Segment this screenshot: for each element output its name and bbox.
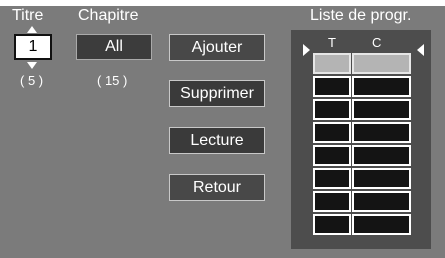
program-edit-screen: Titre Chapitre Liste de progr. 1 ( 5 ) A… bbox=[0, 0, 445, 258]
program-list-cell-title[interactable] bbox=[313, 214, 351, 235]
program-list-cell-chapter[interactable] bbox=[352, 122, 411, 143]
program-list-cell-chapter[interactable] bbox=[352, 214, 411, 235]
add-button[interactable]: Ajouter bbox=[169, 34, 265, 61]
program-list-cell-title[interactable] bbox=[313, 122, 351, 143]
program-list-cell-title[interactable] bbox=[313, 53, 351, 74]
program-list-row[interactable] bbox=[313, 76, 411, 97]
program-list-cell-chapter[interactable] bbox=[352, 99, 411, 120]
program-list-row[interactable] bbox=[313, 214, 411, 235]
program-list-row[interactable] bbox=[313, 122, 411, 143]
program-list-row[interactable] bbox=[313, 191, 411, 212]
program-list-row[interactable] bbox=[313, 145, 411, 166]
titre-label: Titre bbox=[12, 7, 44, 24]
back-button[interactable]: Retour bbox=[169, 174, 265, 201]
program-list-cell-title[interactable] bbox=[313, 168, 351, 189]
program-list-panel: T C bbox=[291, 30, 431, 249]
program-list-cell-chapter[interactable] bbox=[352, 76, 411, 97]
program-list-cell-title[interactable] bbox=[313, 145, 351, 166]
program-list-cell-title[interactable] bbox=[313, 99, 351, 120]
titre-count: ( 5 ) bbox=[20, 73, 44, 88]
delete-button[interactable]: Supprimer bbox=[169, 80, 265, 107]
program-list-row[interactable] bbox=[313, 99, 411, 120]
chapitre-label: Chapitre bbox=[78, 7, 139, 24]
program-list-cell-chapter[interactable] bbox=[352, 168, 411, 189]
scroll-right-arrow-icon[interactable] bbox=[417, 44, 424, 56]
titre-selector[interactable]: 1 bbox=[14, 34, 52, 60]
column-header-c: C bbox=[372, 35, 382, 50]
program-list-row[interactable] bbox=[313, 168, 411, 189]
program-list-row[interactable] bbox=[313, 53, 411, 74]
program-list-cell-title[interactable] bbox=[313, 191, 351, 212]
titre-up-arrow-icon[interactable] bbox=[27, 26, 37, 33]
play-button[interactable]: Lecture bbox=[169, 127, 265, 154]
scroll-left-arrow-icon[interactable] bbox=[303, 44, 310, 56]
program-list-cell-chapter[interactable] bbox=[352, 191, 411, 212]
program-list-cell-chapter[interactable] bbox=[352, 53, 411, 74]
column-header-t: T bbox=[328, 35, 336, 50]
program-list-cell-chapter[interactable] bbox=[352, 145, 411, 166]
titre-down-arrow-icon[interactable] bbox=[27, 62, 37, 69]
chapitre-count: ( 15 ) bbox=[97, 73, 128, 88]
chapitre-selector[interactable]: All bbox=[76, 34, 152, 60]
program-list-cell-title[interactable] bbox=[313, 76, 351, 97]
program-list-label: Liste de progr. bbox=[310, 7, 412, 24]
